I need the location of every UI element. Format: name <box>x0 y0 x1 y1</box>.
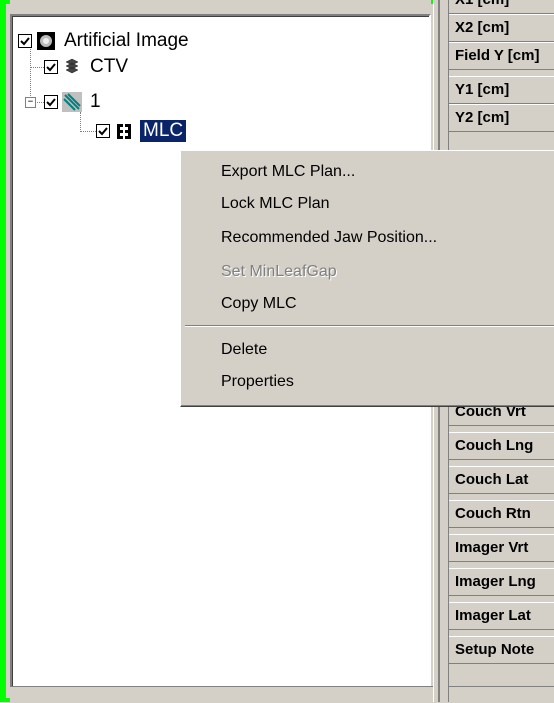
structure-set-icon <box>65 58 79 74</box>
grid-row-header[interactable]: Field Y [cm] <box>449 42 554 70</box>
grid-row-header[interactable]: X2 [cm] <box>449 14 554 42</box>
menu-item-copy-mlc[interactable]: Copy MLC <box>221 295 297 313</box>
grid-row-header[interactable]: Couch Lng <box>449 432 554 460</box>
grid-row-header[interactable]: Couch Lat <box>449 466 554 494</box>
tree-checkbox[interactable] <box>18 34 32 48</box>
menu-item-properties[interactable]: Properties <box>221 373 294 391</box>
tree-checkbox[interactable] <box>44 95 58 109</box>
field-beam-icon <box>62 92 82 112</box>
tree-checkbox[interactable] <box>44 60 58 74</box>
grid-row-header[interactable]: X1 [cm] <box>449 0 554 14</box>
context-menu: Export MLC Plan... Lock MLC Plan Recomme… <box>180 150 554 407</box>
tree-node-label: 1 <box>90 91 101 112</box>
tree-node-mlc[interactable]: MLC <box>96 120 187 142</box>
tree-connector <box>30 44 31 102</box>
image-icon <box>37 32 55 50</box>
mlc-icon <box>117 124 131 139</box>
grid-row-header[interactable]: Y2 [cm] <box>449 104 554 132</box>
menu-item-set-minleafgap: Set MinLeafGap <box>221 263 337 280</box>
menu-item-lock-mlc-plan[interactable]: Lock MLC Plan <box>221 195 330 213</box>
menu-item-export-mlc-plan[interactable]: Export MLC Plan... <box>221 163 355 181</box>
tree-connector <box>80 112 81 132</box>
tree-node-field[interactable]: 1 <box>44 91 101 113</box>
highlight-border-left <box>0 0 6 702</box>
grid-row-header[interactable]: Setup Note <box>449 636 554 664</box>
menu-separator <box>185 325 554 327</box>
grid-row-header[interactable]: Imager Lat <box>449 602 554 630</box>
tree-node-label: CTV <box>90 56 128 77</box>
tree-expander[interactable]: − <box>25 97 36 108</box>
tree-node-label: Artificial Image <box>64 30 189 51</box>
status-strip <box>10 686 554 703</box>
menu-item-recommended-jaw-position[interactable]: Recommended Jaw Position... <box>221 229 437 247</box>
grid-row-header[interactable]: Imager Lng <box>449 568 554 596</box>
grid-row-header[interactable]: Imager Vrt <box>449 534 554 562</box>
tree-header-strip <box>10 0 431 15</box>
grid-row-header[interactable]: Couch Rtn <box>449 500 554 528</box>
tree-node-ctv[interactable]: CTV <box>44 56 128 78</box>
tree-node-root[interactable]: Artificial Image <box>18 30 189 52</box>
tree-node-label-selected: MLC <box>140 120 187 142</box>
tree-checkbox[interactable] <box>96 124 110 138</box>
tree-connector <box>80 131 96 132</box>
grid-row-header[interactable]: Y1 [cm] <box>449 76 554 104</box>
menu-item-delete[interactable]: Delete <box>221 341 267 359</box>
tree-connector <box>30 67 44 68</box>
